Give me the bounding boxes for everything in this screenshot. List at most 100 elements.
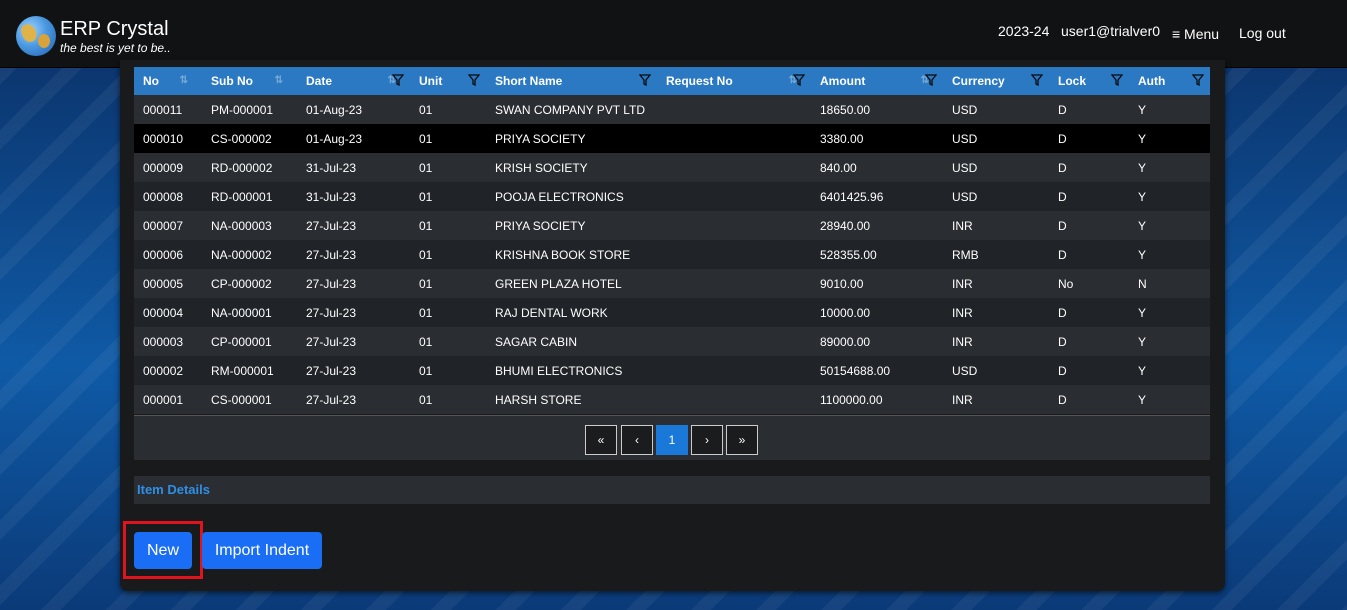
prev-page-button[interactable]: ‹ — [621, 425, 653, 455]
table-cell: USD — [943, 182, 1049, 211]
highlight-box — [123, 521, 203, 579]
table-cell — [657, 298, 811, 327]
top-navbar: ERP Crystal the best is yet to be.. 2023… — [0, 0, 1347, 68]
sort-icon[interactable]: ⇅ — [180, 75, 188, 86]
column-header[interactable]: Date ⇅ — [297, 67, 410, 95]
column-header-label: Currency — [952, 74, 1005, 88]
column-header[interactable]: Request No ⇅ — [657, 67, 811, 95]
table-cell: D — [1049, 327, 1129, 356]
table-cell: KRISH SOCIETY — [486, 153, 657, 182]
filter-icon[interactable] — [468, 74, 480, 86]
filter-icon[interactable] — [1111, 74, 1123, 86]
column-header[interactable]: Lock — [1049, 67, 1129, 95]
table-row[interactable]: 000004 NA-000001 27-Jul-23 01 RAJ DENTAL WOR… — [134, 298, 1210, 327]
table-cell: KRISHNA BOOK STORE — [486, 240, 657, 269]
table-cell: 1100000.00 — [811, 385, 943, 414]
table-row[interactable]: 000003 CP-000001 27-Jul-23 01 SAGAR CABIN 890… — [134, 327, 1210, 356]
table-cell: INR — [943, 385, 1049, 414]
table-cell: 89000.00 — [811, 327, 943, 356]
table-cell: 000006 — [134, 240, 202, 269]
table-cell: Y — [1129, 211, 1210, 240]
brand-tagline: the best is yet to be.. — [60, 41, 171, 55]
table-cell: 01 — [410, 182, 486, 211]
table-row[interactable]: 000001 CS-000001 27-Jul-23 01 HARSH STORE 110… — [134, 385, 1210, 414]
table-row[interactable]: 000008 RD-000001 31-Jul-23 01 POOJA ELECTRON… — [134, 182, 1210, 211]
table-cell: 01 — [410, 153, 486, 182]
column-header-label: Request No — [666, 74, 733, 88]
table-cell: RMB — [943, 240, 1049, 269]
item-details-header[interactable]: Item Details — [134, 476, 1210, 504]
filter-icon[interactable] — [925, 74, 937, 86]
table-row[interactable]: 000006 NA-000002 27-Jul-23 01 KRISHNA BOOK S… — [134, 240, 1210, 269]
table-cell: 01 — [410, 356, 486, 385]
table-row[interactable]: 000009 RD-000002 31-Jul-23 01 KRISH SOCIETY 8… — [134, 153, 1210, 182]
table-cell: 01 — [410, 124, 486, 153]
table-cell: 01-Aug-23 — [297, 124, 410, 153]
fiscal-year[interactable]: 2023-24 — [998, 23, 1049, 39]
table-cell: Y — [1129, 182, 1210, 211]
table-cell: 01 — [410, 298, 486, 327]
table-cell: RAJ DENTAL WORK — [486, 298, 657, 327]
filter-icon[interactable] — [793, 74, 805, 86]
table-cell: NA-000001 — [202, 298, 297, 327]
table-cell: 27-Jul-23 — [297, 240, 410, 269]
table-cell: 01-Aug-23 — [297, 95, 410, 124]
table-cell: 000007 — [134, 211, 202, 240]
column-header[interactable]: Unit — [410, 67, 486, 95]
table-cell: Y — [1129, 327, 1210, 356]
filter-icon[interactable] — [1192, 74, 1204, 86]
menu-button[interactable]: ≡ Menu — [1172, 26, 1219, 42]
table-cell: 27-Jul-23 — [297, 327, 410, 356]
column-header-label: Amount — [820, 74, 866, 88]
table-cell: D — [1049, 356, 1129, 385]
first-page-button[interactable]: « — [585, 425, 617, 455]
table-row[interactable]: 000010 CS-000002 01-Aug-23 01 PRIYA SOCIETY 3… — [134, 124, 1210, 153]
sort-icon[interactable]: ⇅ — [275, 75, 283, 86]
table-cell: 6401425.96 — [811, 182, 943, 211]
table-cell: 27-Jul-23 — [297, 269, 410, 298]
filter-icon[interactable] — [392, 74, 404, 86]
brand-title[interactable]: ERP Crystal — [60, 18, 169, 41]
column-header-label: No — [143, 74, 159, 88]
user-name[interactable]: user1@trialver0 — [1061, 23, 1160, 39]
table-cell — [657, 385, 811, 414]
table-row[interactable]: 000011 PM-000001 01-Aug-23 01 SWAN COMPANY P… — [134, 95, 1210, 124]
logout-link[interactable]: Log out — [1239, 25, 1286, 41]
table-cell: 01 — [410, 269, 486, 298]
table-cell — [657, 327, 811, 356]
page-1-button[interactable]: 1 — [656, 425, 688, 455]
next-page-button[interactable]: › — [691, 425, 723, 455]
table-cell — [657, 95, 811, 124]
table-cell: 27-Jul-23 — [297, 211, 410, 240]
table-cell: PRIYA SOCIETY — [486, 124, 657, 153]
table-cell: 01 — [410, 95, 486, 124]
table-row[interactable]: 000002 RM-000001 27-Jul-23 01 BHUMI ELECTRON… — [134, 356, 1210, 385]
table-cell: 18650.00 — [811, 95, 943, 124]
table-cell: 31-Jul-23 — [297, 153, 410, 182]
table-cell: 000010 — [134, 124, 202, 153]
table-row[interactable]: 000007 NA-000003 27-Jul-23 01 PRIYA SOCIETY 2… — [134, 211, 1210, 240]
filter-icon[interactable] — [1031, 74, 1043, 86]
table-cell: 000005 — [134, 269, 202, 298]
column-header[interactable]: Short Name — [486, 67, 657, 95]
import-indent-button[interactable]: Import Indent — [202, 532, 322, 569]
column-header[interactable]: Auth — [1129, 67, 1210, 95]
filter-icon[interactable] — [639, 74, 651, 86]
table-cell: PRIYA SOCIETY — [486, 211, 657, 240]
table-cell: N — [1129, 269, 1210, 298]
column-header-label: Sub No — [211, 74, 253, 88]
table-cell: 000009 — [134, 153, 202, 182]
table-cell: BHUMI ELECTRONICS — [486, 356, 657, 385]
column-header[interactable]: Amount ⇅ — [811, 67, 943, 95]
globe-logo-icon — [16, 16, 56, 56]
table-cell: RD-000001 — [202, 182, 297, 211]
table-row[interactable]: 000005 CP-000002 27-Jul-23 01 GREEN PLAZA HO… — [134, 269, 1210, 298]
column-header[interactable]: Sub No ⇅ — [202, 67, 297, 95]
table-cell — [657, 269, 811, 298]
column-header[interactable]: Currency — [943, 67, 1049, 95]
last-page-button[interactable]: » — [726, 425, 758, 455]
table-cell: D — [1049, 298, 1129, 327]
column-header-label: Date — [306, 74, 333, 88]
column-header[interactable]: No ⇅ — [134, 67, 202, 95]
table-cell: SWAN COMPANY PVT LTD — [486, 95, 657, 124]
